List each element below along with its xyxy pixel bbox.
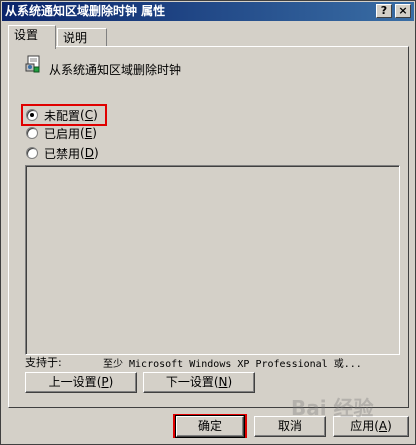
ok-button[interactable]: 确定 bbox=[175, 415, 245, 438]
option-label: 未配置 bbox=[44, 108, 81, 123]
properties-dialog: 从系统通知区域删除时钟 属性 ? × 设置 说明 从系统通知区域删除时钟 未配置… bbox=[0, 0, 416, 445]
tab-explain[interactable]: 说明 bbox=[57, 28, 107, 48]
close-button[interactable]: × bbox=[395, 4, 411, 18]
previous-setting-button[interactable]: 上一设置(P) bbox=[25, 372, 137, 393]
supported-label: 支持于: bbox=[25, 356, 62, 369]
tab-settings[interactable]: 设置 bbox=[8, 25, 56, 49]
option-label: 已启用 bbox=[44, 126, 81, 141]
option-hotkey: E bbox=[84, 126, 93, 140]
watermark-logo: Bai 经验 bbox=[291, 396, 374, 420]
radio-icon[interactable] bbox=[26, 127, 38, 139]
window-title: 从系统通知区域删除时钟 属性 bbox=[5, 4, 166, 18]
option-label: 已禁用 bbox=[44, 146, 81, 161]
radio-icon[interactable] bbox=[26, 147, 38, 159]
radio-icon[interactable] bbox=[26, 109, 38, 121]
options-area bbox=[25, 165, 400, 355]
policy-settings-icon bbox=[25, 55, 40, 73]
option-hotkey: C bbox=[84, 108, 94, 122]
supported-value: 至少 Microsoft Windows XP Professional 或..… bbox=[103, 359, 362, 370]
title-bar[interactable]: 从系统通知区域删除时钟 属性 ? × bbox=[2, 2, 414, 21]
settings-panel: 从系统通知区域删除时钟 未配置 (C) 已启用 (E) 已禁用 (D) 支持于:… bbox=[8, 46, 409, 408]
help-button[interactable]: ? bbox=[376, 4, 392, 18]
option-hotkey: D bbox=[84, 146, 94, 160]
policy-title: 从系统通知区域删除时钟 bbox=[49, 63, 182, 77]
option-enabled[interactable]: 已启用 (E) bbox=[26, 125, 97, 141]
next-setting-button[interactable]: 下一设置(N) bbox=[143, 372, 255, 393]
option-disabled[interactable]: 已禁用 (D) bbox=[26, 145, 99, 161]
option-not-configured[interactable]: 未配置 (C) bbox=[26, 107, 98, 123]
